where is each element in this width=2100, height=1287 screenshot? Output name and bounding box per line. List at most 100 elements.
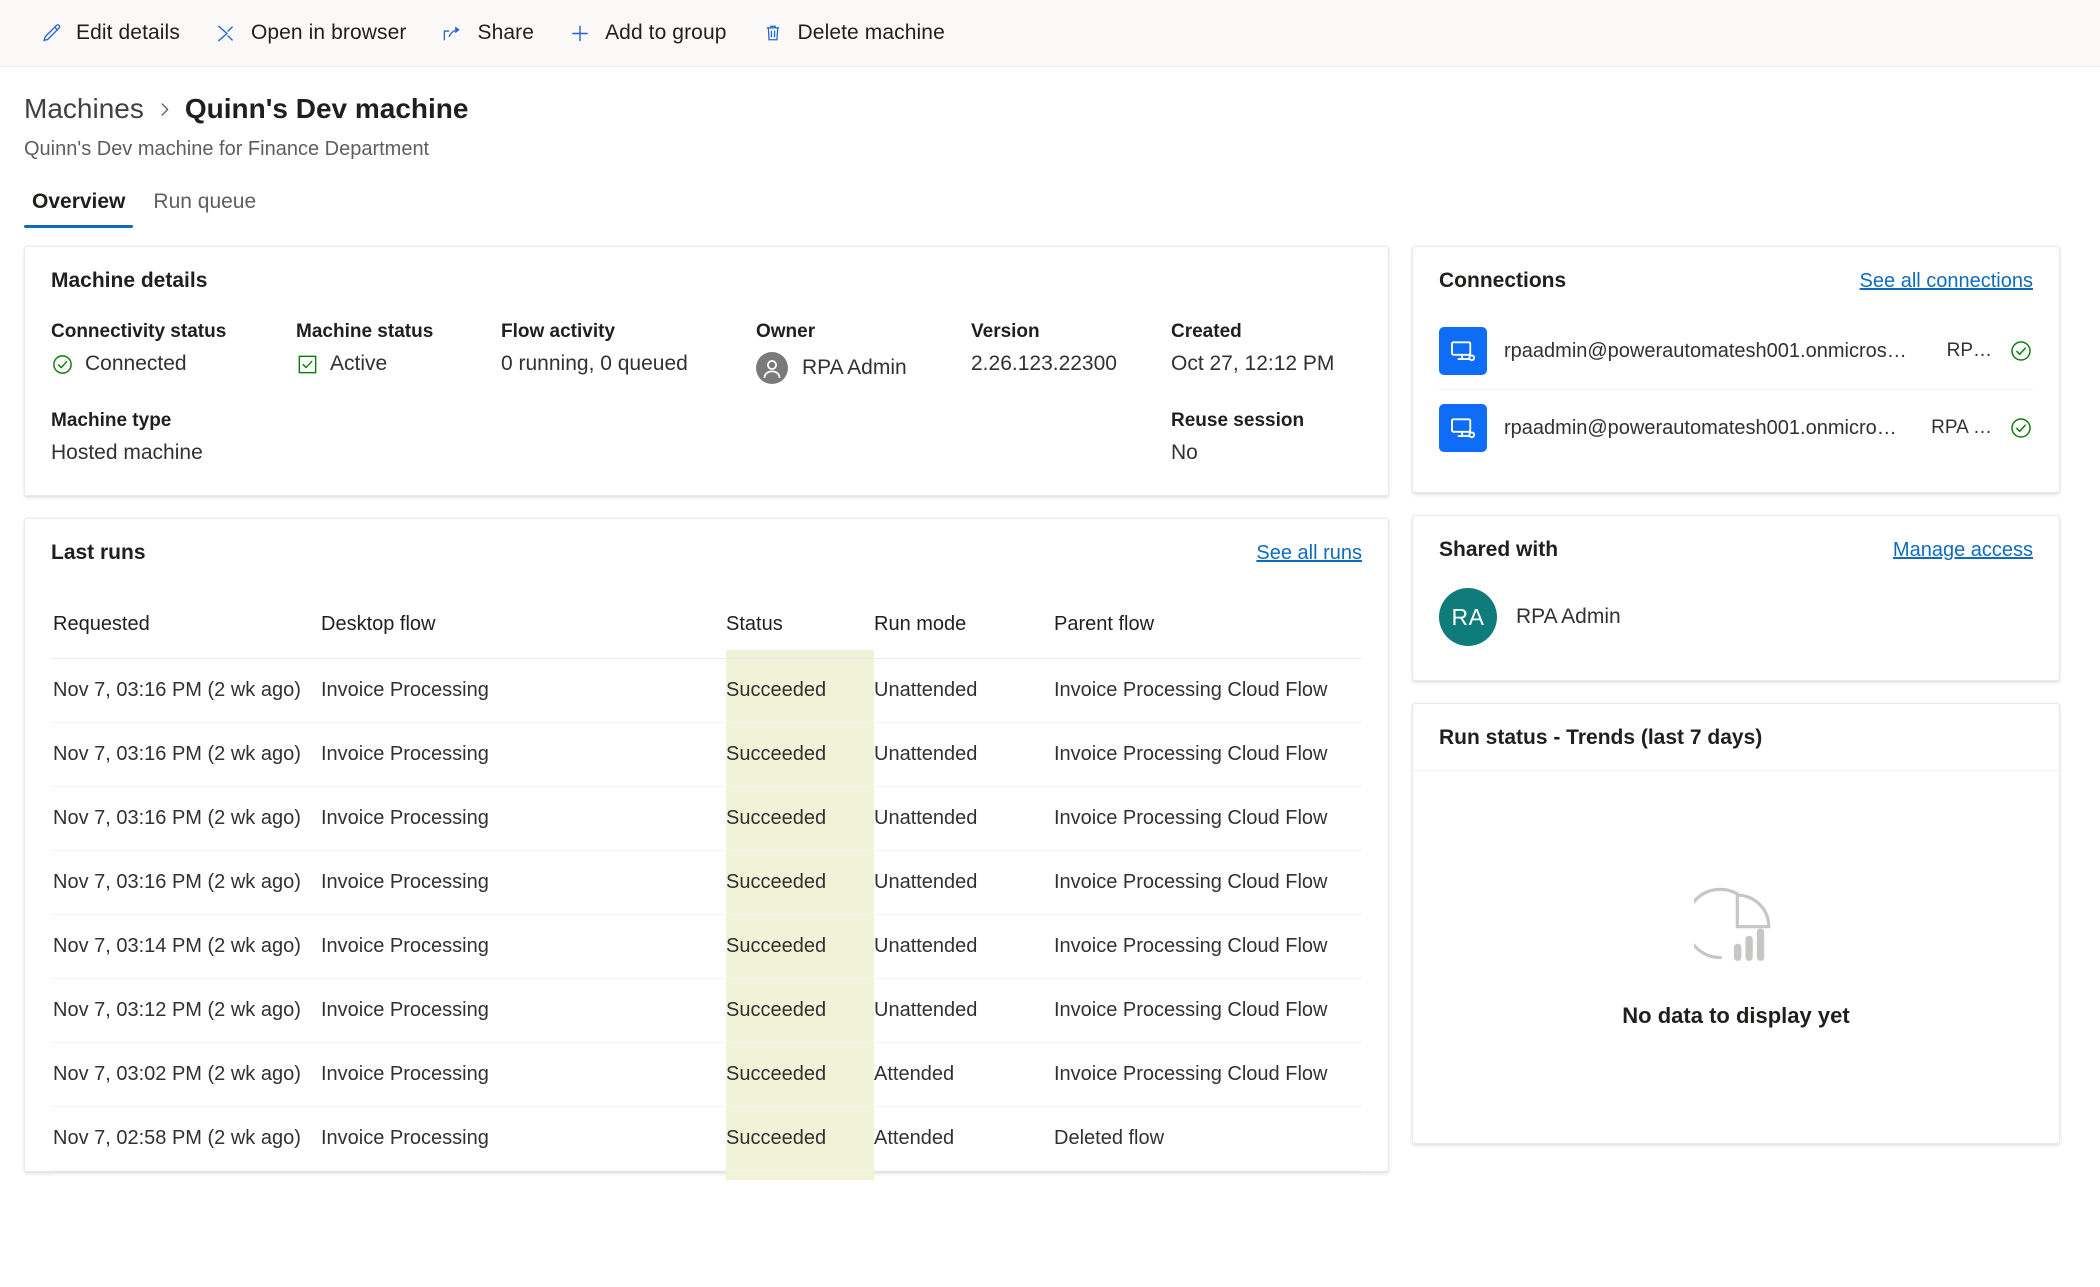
run-status: Succeeded: [726, 850, 874, 915]
table-row[interactable]: Nov 7, 03:12 PM (2 wk ago) Invoice Proces…: [51, 978, 1362, 1043]
run-status: Succeeded: [726, 658, 874, 723]
run-parent-flow: Invoice Processing Cloud Flow: [1054, 978, 1362, 1043]
breadcrumb: Machines Quinn's Dev machine: [24, 92, 2076, 126]
machine-type-value: Hosted machine: [51, 441, 203, 464]
page-title: Quinn's Dev machine: [184, 93, 469, 124]
connection-row[interactable]: rpaadmin@powerautomatesh001.onmicros… RP…: [1439, 313, 2033, 389]
table-row[interactable]: Nov 7, 02:58 PM (2 wk ago) Invoice Proces…: [51, 1106, 1362, 1171]
run-desktop-flow: Invoice Processing: [321, 786, 726, 851]
machine-details-header: Machine details: [25, 247, 1388, 313]
see-all-runs-link[interactable]: See all runs: [1256, 542, 1362, 565]
run-desktop-flow: Invoice Processing: [321, 722, 726, 787]
connection-owner: RPA …: [1931, 417, 1992, 438]
connection-row[interactable]: rpaadmin@powerautomatesh001.onmicro… RPA …: [1439, 389, 2033, 466]
table-row[interactable]: Nov 7, 03:16 PM (2 wk ago) Invoice Proces…: [51, 786, 1362, 851]
run-requested: Nov 7, 03:16 PM (2 wk ago): [51, 722, 321, 787]
edit-details-label: Edit details: [76, 21, 180, 44]
run-status: Succeeded: [726, 786, 874, 851]
shared-with-header: Shared with Manage access: [1413, 516, 2059, 582]
reuse-session-label: Reuse session: [1171, 410, 1305, 431]
run-requested: Nov 7, 03:02 PM (2 wk ago): [51, 1042, 321, 1107]
owner-value-wrap: RPA Admin: [756, 352, 971, 384]
tab-run-queue[interactable]: Run queue: [145, 184, 264, 228]
shared-with-body: RA RPA Admin: [1413, 582, 2059, 680]
run-status: Succeeded: [726, 978, 874, 1043]
page-subtitle: Quinn's Dev machine for Finance Departme…: [24, 138, 430, 160]
last-runs-header: Last runs See all runs: [25, 519, 1388, 585]
table-row[interactable]: Nov 7, 03:02 PM (2 wk ago) Invoice Proces…: [51, 1042, 1362, 1107]
run-requested: Nov 7, 03:16 PM (2 wk ago): [51, 850, 321, 915]
field-connectivity-status: Connectivity status Connected: [51, 321, 296, 384]
run-requested: Nov 7, 03:16 PM (2 wk ago): [51, 786, 321, 851]
run-status-trends-card: Run status - Trends (last 7 days) No dat…: [1412, 703, 2060, 1144]
machine-type-label: Machine type: [51, 410, 172, 431]
run-mode: Unattended: [874, 914, 1054, 979]
connection-owner: RP…: [1946, 340, 1992, 361]
run-parent-flow: Invoice Processing Cloud Flow: [1054, 722, 1362, 787]
delete-machine-button[interactable]: Delete machine: [744, 9, 962, 57]
shared-with-card: Shared with Manage access RA RPA Admin: [1412, 515, 2060, 681]
check-box-icon: [296, 353, 319, 376]
col-desktop-flow[interactable]: Desktop flow: [321, 585, 726, 659]
run-desktop-flow: Invoice Processing: [321, 850, 726, 915]
open-in-browser-icon: [214, 21, 238, 45]
table-row[interactable]: Nov 7, 03:14 PM (2 wk ago) Invoice Proces…: [51, 914, 1362, 979]
run-mode: Unattended: [874, 722, 1054, 787]
col-parent-flow[interactable]: Parent flow: [1054, 585, 1362, 659]
run-mode: Attended: [874, 1106, 1054, 1171]
check-circle-icon: [2009, 339, 2033, 363]
connections-title: Connections: [1439, 269, 1567, 292]
last-runs-table: Requested Desktop flow Status Run mode P…: [51, 585, 1362, 1171]
add-to-group-button[interactable]: Add to group: [551, 9, 743, 57]
tab-list: Overview Run queue: [0, 184, 2100, 228]
check-circle-icon: [2009, 416, 2033, 440]
table-row[interactable]: Nov 7, 03:16 PM (2 wk ago) Invoice Proces…: [51, 658, 1362, 723]
open-in-browser-button[interactable]: Open in browser: [197, 9, 424, 57]
breadcrumb-machines-link[interactable]: Machines: [24, 92, 144, 126]
run-parent-flow: Invoice Processing Cloud Flow: [1054, 786, 1362, 851]
run-desktop-flow: Invoice Processing: [321, 658, 726, 723]
flow-activity-label: Flow activity: [501, 321, 616, 342]
check-circle-icon: [51, 353, 74, 376]
last-runs-title: Last runs: [51, 541, 146, 564]
manage-access-link[interactable]: Manage access: [1893, 539, 2033, 562]
field-version: Version 2.26.123.22300: [971, 321, 1171, 384]
table-row[interactable]: Nov 7, 03:16 PM (2 wk ago) Invoice Proces…: [51, 722, 1362, 787]
see-all-connections-link[interactable]: See all connections: [1860, 270, 2033, 293]
created-label: Created: [1171, 321, 1242, 342]
shared-person[interactable]: RA RPA Admin: [1439, 588, 2033, 646]
edit-details-button[interactable]: Edit details: [22, 9, 197, 57]
chart-empty-icon: [1684, 886, 1778, 975]
desktop-flow-connector-icon: [1439, 404, 1487, 452]
created-value: Oct 27, 12:12 PM: [1171, 352, 1335, 375]
col-run-mode[interactable]: Run mode: [874, 585, 1054, 659]
open-in-browser-label: Open in browser: [250, 21, 407, 44]
run-requested: Nov 7, 02:58 PM (2 wk ago): [51, 1106, 321, 1171]
pencil-icon: [39, 21, 63, 45]
col-requested[interactable]: Requested: [51, 585, 321, 659]
version-label: Version: [971, 321, 1040, 342]
version-value: 2.26.123.22300: [971, 352, 1117, 375]
share-button[interactable]: Share: [424, 9, 552, 57]
machine-status-value-wrap: Active: [296, 352, 501, 376]
tab-overview[interactable]: Overview: [24, 184, 134, 228]
connections-list: rpaadmin@powerautomatesh001.onmicros… RP……: [1413, 313, 2059, 492]
run-desktop-flow: Invoice Processing: [321, 978, 726, 1043]
run-desktop-flow: Invoice Processing: [321, 1106, 726, 1171]
table-row[interactable]: Nov 7, 03:16 PM (2 wk ago) Invoice Proces…: [51, 850, 1362, 915]
main-content: Machine details Connectivity status Conn…: [0, 228, 2100, 1180]
col-status[interactable]: Status: [726, 585, 874, 659]
machine-details-row-1: Connectivity status Connected Machine st…: [51, 321, 1362, 384]
last-runs-rows: Nov 7, 03:16 PM (2 wk ago) Invoice Proces…: [51, 658, 1362, 1171]
shared-person-name: RPA Admin: [1516, 605, 1621, 628]
command-bar: Edit details Open in browser Share Add t…: [0, 0, 2100, 67]
run-parent-flow: Invoice Processing Cloud Flow: [1054, 1042, 1362, 1107]
run-parent-flow: Invoice Processing Cloud Flow: [1054, 850, 1362, 915]
connectivity-status-value-wrap: Connected: [51, 352, 296, 376]
run-desktop-flow: Invoice Processing: [321, 914, 726, 979]
machine-details-body: Connectivity status Connected Machine st…: [25, 313, 1388, 495]
field-owner: Owner RPA Admin: [756, 321, 971, 384]
